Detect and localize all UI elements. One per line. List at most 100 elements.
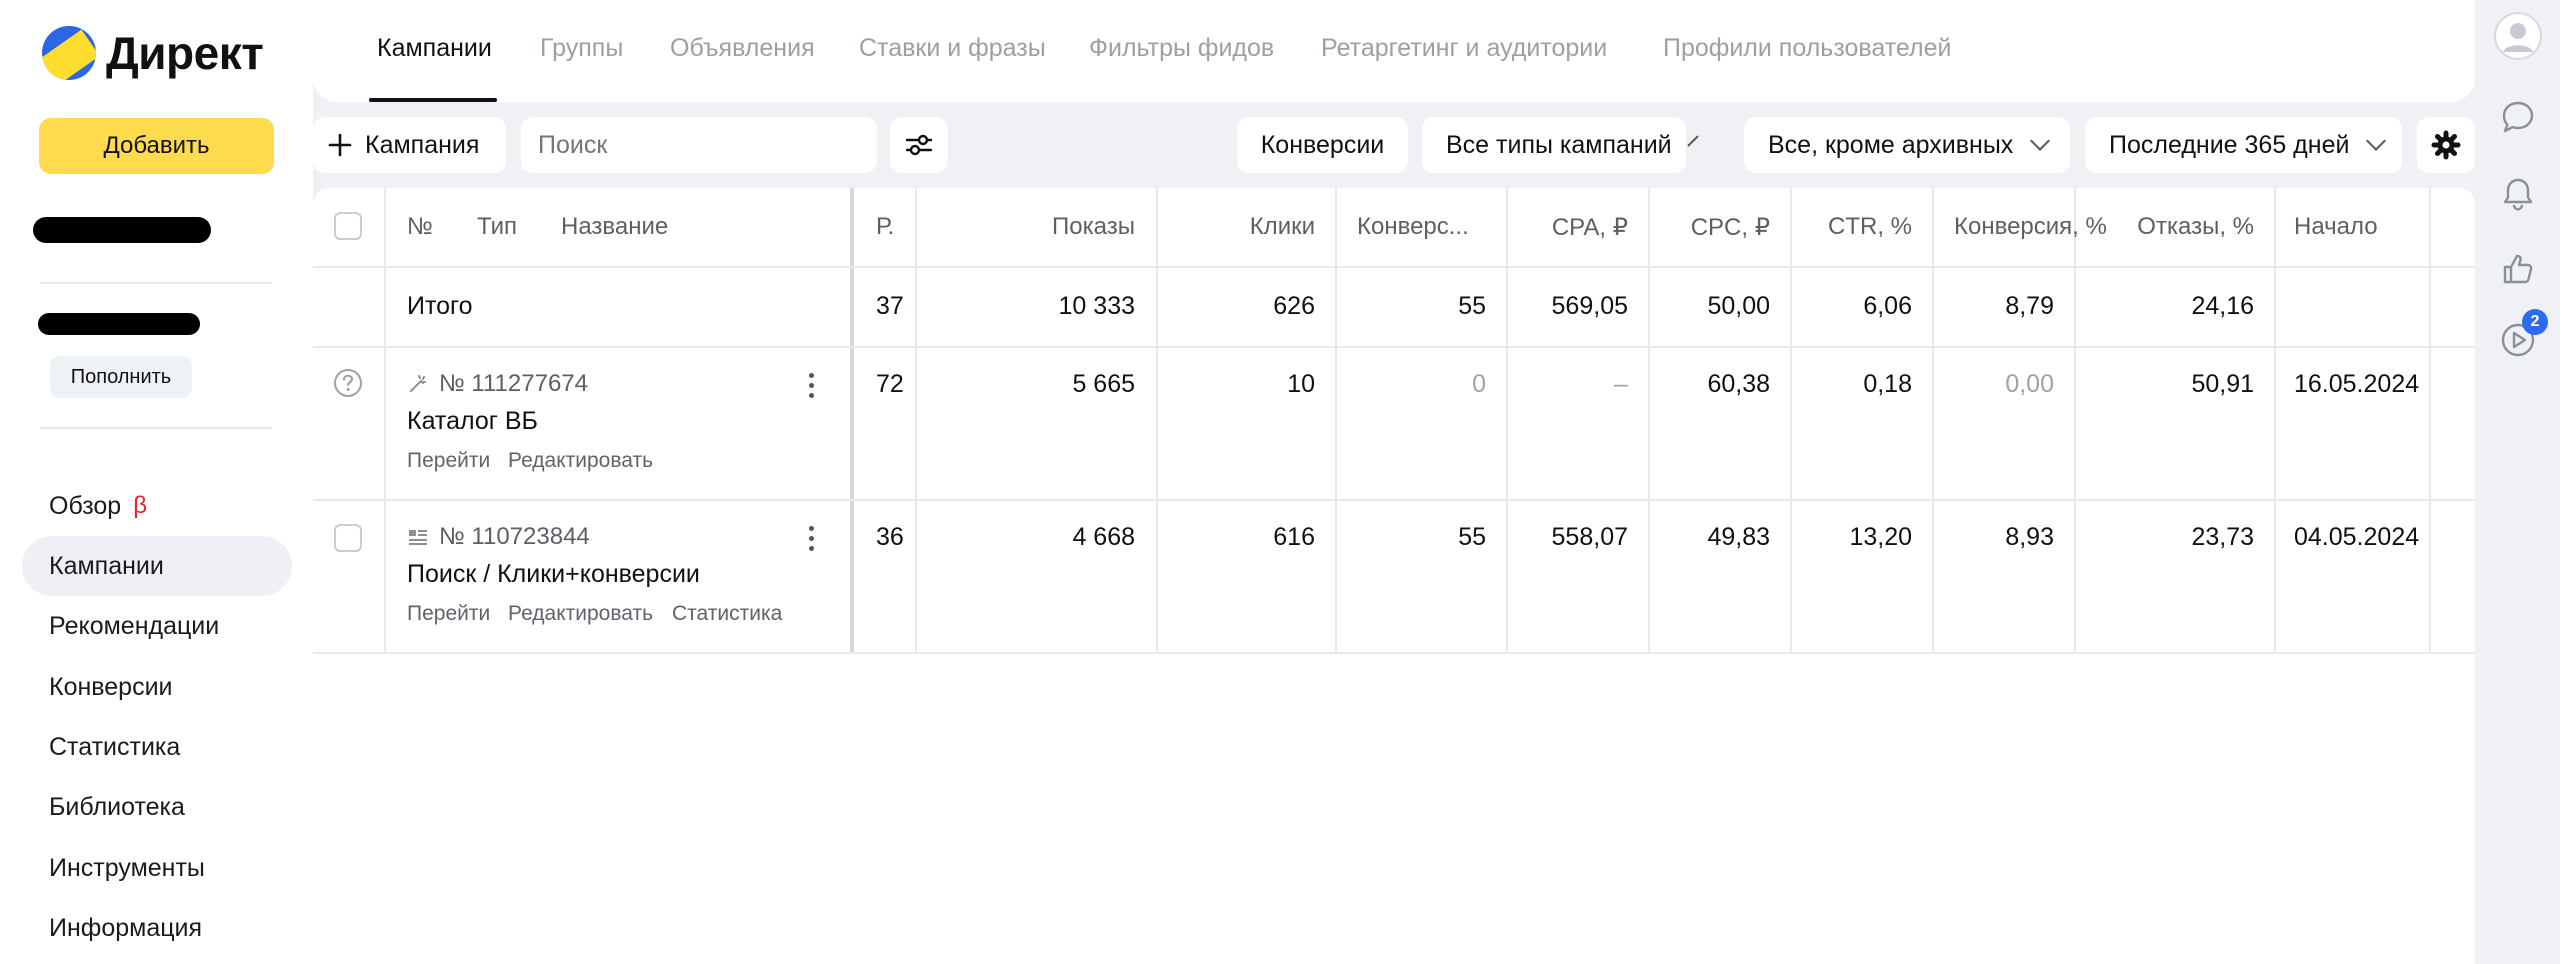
total-bounces: 24,16 bbox=[2191, 292, 2254, 320]
sidebar-item-statistics[interactable]: Статистика bbox=[22, 718, 292, 778]
edit-link[interactable]: Редактировать bbox=[508, 449, 653, 473]
more-options-icon[interactable] bbox=[809, 526, 815, 556]
row-checkbox[interactable] bbox=[334, 524, 362, 552]
sidebar-item-campaigns[interactable]: Кампании bbox=[22, 536, 292, 597]
column-header-ctr[interactable]: CTR, % bbox=[1812, 213, 1912, 241]
help-icon[interactable] bbox=[333, 368, 363, 398]
sidebar-item-info[interactable]: Информация bbox=[22, 899, 292, 959]
add-campaign-label: Кампания bbox=[365, 130, 480, 159]
sidebar-item-conversions[interactable]: Конверсии bbox=[22, 657, 292, 717]
beta-badge: β bbox=[133, 492, 148, 519]
total-impressions: 10 333 bbox=[1058, 292, 1135, 320]
column-divider bbox=[1506, 188, 1508, 653]
column-header-number[interactable]: № bbox=[407, 213, 433, 241]
column-divider bbox=[2274, 188, 2276, 653]
sidebar-item-label: Статистика bbox=[49, 733, 181, 762]
campaign-clicks: 616 bbox=[1273, 523, 1315, 551]
table-settings-button[interactable] bbox=[2417, 117, 2475, 173]
campaign-conversion-rate: 8,93 bbox=[2005, 523, 2054, 551]
tab-bids-phrases[interactable]: Ставки и фразы bbox=[859, 34, 1046, 63]
campaign-id[interactable]: № 110723844 bbox=[439, 523, 590, 551]
conversions-filter-button[interactable]: Конверсии bbox=[1237, 117, 1408, 173]
search-input[interactable] bbox=[536, 129, 856, 161]
row-divider bbox=[313, 266, 2475, 268]
go-link[interactable]: Перейти bbox=[407, 449, 490, 473]
chevron-down-icon bbox=[2030, 131, 2051, 151]
column-header-conversion-rate[interactable]: Конверсия, % bbox=[1954, 213, 2107, 241]
column-header-bounces[interactable]: Отказы, % bbox=[2094, 213, 2254, 241]
redacted-account-name bbox=[33, 217, 211, 243]
conversions-filter-label: Конверсии bbox=[1260, 130, 1385, 159]
edit-link[interactable]: Редактировать bbox=[508, 602, 653, 626]
column-header-budget[interactable]: Р. bbox=[876, 213, 912, 241]
tab-ads[interactable]: Объявления bbox=[670, 34, 815, 63]
campaign-cpc: 49,83 bbox=[1707, 523, 1770, 551]
total-conversions: 55 bbox=[1458, 292, 1486, 320]
campaign-budget: 72 bbox=[876, 370, 904, 398]
column-divider bbox=[1932, 188, 1934, 653]
column-header-start[interactable]: Начало bbox=[2294, 213, 2378, 241]
column-header-cpc[interactable]: CPC, ₽ bbox=[1670, 213, 1770, 242]
column-header-name[interactable]: Название bbox=[561, 213, 668, 241]
total-budget: 37 5 bbox=[876, 292, 912, 320]
campaign-cpa: – bbox=[1614, 370, 1628, 398]
thumbs-up-icon[interactable] bbox=[2500, 251, 2536, 287]
add-campaign-button[interactable]: Кампания bbox=[313, 117, 506, 173]
campaign-types-label: Все типы кампаний bbox=[1446, 130, 1672, 159]
status-label: Все, кроме архивных bbox=[1768, 130, 2014, 159]
tab-campaigns[interactable]: Кампании bbox=[377, 34, 492, 63]
column-divider bbox=[1648, 188, 1650, 653]
smart-campaign-icon bbox=[410, 375, 426, 392]
sidebar-item-label: Конверсии bbox=[49, 672, 173, 701]
go-link[interactable]: Перейти bbox=[407, 602, 490, 626]
search-field[interactable] bbox=[521, 117, 877, 173]
column-header-cpa[interactable]: CPA, ₽ bbox=[1528, 213, 1628, 242]
active-tab-indicator bbox=[369, 98, 497, 102]
tab-groups[interactable]: Группы bbox=[540, 34, 623, 63]
direct-logo[interactable]: Директ bbox=[42, 26, 264, 80]
sidebar-nav: Обзор β Кампании Рекомендации Конверсии … bbox=[22, 476, 292, 959]
campaign-clicks: 10 bbox=[1287, 370, 1315, 398]
status-dropdown[interactable]: Все, кроме архивных bbox=[1744, 117, 2070, 173]
campaign-ctr: 13,20 bbox=[1849, 523, 1912, 551]
sidebar-item-overview[interactable]: Обзор β bbox=[22, 476, 292, 536]
tab-retargeting[interactable]: Ретаргетинг и аудитории bbox=[1321, 34, 1607, 63]
sidebar-item-recommendations[interactable]: Рекомендации bbox=[22, 597, 292, 657]
campaign-impressions: 5 665 bbox=[1072, 370, 1135, 398]
campaign-name[interactable]: Каталог ВБ bbox=[407, 407, 538, 436]
total-cpc: 50,00 bbox=[1707, 292, 1770, 320]
sliders-icon bbox=[905, 134, 933, 156]
sidebar-item-library[interactable]: Библиотека bbox=[22, 778, 292, 838]
campaign-name[interactable]: Поиск / Клики+конверсии bbox=[407, 560, 700, 589]
sidebar-item-label: Инструменты bbox=[49, 853, 205, 882]
tab-feed-filters[interactable]: Фильтры фидов bbox=[1089, 34, 1274, 63]
chevron-down-icon bbox=[1686, 135, 1699, 147]
sidebar-item-tools[interactable]: Инструменты bbox=[22, 838, 292, 898]
column-header-conversions[interactable]: Конверс... bbox=[1357, 213, 1469, 241]
select-all-checkbox[interactable] bbox=[334, 212, 362, 240]
campaign-conversions: 55 bbox=[1458, 523, 1486, 551]
topup-button[interactable]: Пополнить bbox=[50, 356, 192, 398]
column-header-type[interactable]: Тип bbox=[477, 213, 517, 241]
sidebar: Директ Добавить Пополнить Обзор β Кампан… bbox=[0, 0, 313, 964]
sidebar-item-label: Обзор bbox=[49, 491, 122, 520]
user-avatar-icon[interactable] bbox=[2494, 12, 2542, 60]
period-dropdown[interactable]: Последние 365 дней bbox=[2085, 117, 2402, 173]
divider bbox=[40, 427, 272, 429]
column-divider bbox=[1790, 188, 1792, 653]
tab-user-profiles[interactable]: Профили пользователей bbox=[1663, 34, 1951, 63]
column-header-clicks[interactable]: Клики bbox=[1173, 213, 1315, 241]
bell-icon[interactable] bbox=[2501, 176, 2535, 212]
statistics-link[interactable]: Статистика bbox=[672, 602, 782, 626]
filter-settings-button[interactable] bbox=[890, 117, 948, 173]
chat-icon[interactable] bbox=[2500, 99, 2536, 135]
more-options-icon[interactable] bbox=[809, 373, 815, 403]
campaign-id[interactable]: № 111277674 bbox=[439, 370, 588, 398]
campaign-budget: 36 bbox=[876, 523, 904, 551]
campaign-types-dropdown[interactable]: Все типы кампаний bbox=[1422, 117, 1699, 173]
section-tabs: Кампании Группы Объявления Ставки и фраз… bbox=[313, 0, 2475, 102]
yandex-direct-logo-icon bbox=[42, 26, 96, 80]
add-button[interactable]: Добавить bbox=[39, 118, 274, 174]
column-header-impressions[interactable]: Показы bbox=[953, 213, 1135, 241]
campaign-ctr: 0,18 bbox=[1863, 370, 1912, 398]
